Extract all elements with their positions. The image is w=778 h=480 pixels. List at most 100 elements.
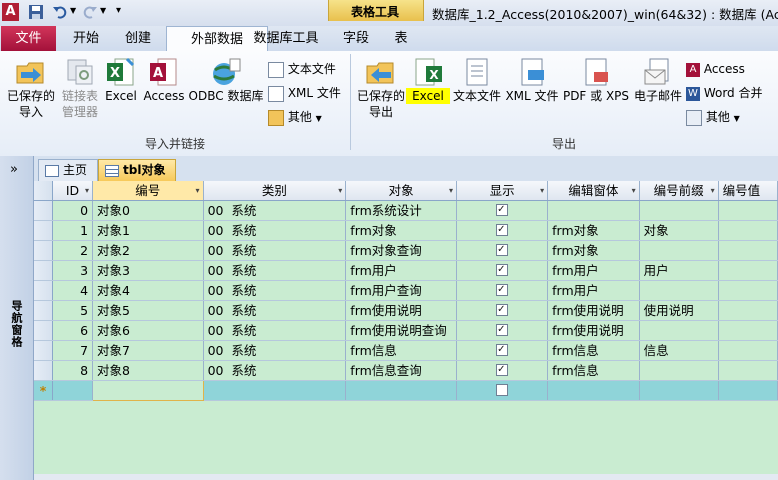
cell-category[interactable]: 00 系统 bbox=[203, 240, 347, 261]
tab-create[interactable]: 创建 bbox=[116, 26, 160, 51]
sort-filter-icon[interactable]: ▾ bbox=[449, 181, 453, 200]
cell-id[interactable]: 4 bbox=[52, 280, 94, 301]
table-row[interactable]: 5对象500 系统frm使用说明frm使用说明使用说明 bbox=[34, 300, 778, 321]
export-word-merge-button[interactable]: W Word 合并 bbox=[686, 83, 763, 103]
cell-category[interactable]: 00 系统 bbox=[203, 200, 347, 221]
nav-pane-toggle-icon[interactable]: » bbox=[10, 162, 18, 177]
export-text-file-button[interactable]: 文本文件 bbox=[452, 56, 502, 116]
row-selector[interactable] bbox=[34, 260, 53, 281]
datasheet-grid[interactable]: ID ▾ 编号 ▾ 类别 ▾ 对象 ▾ 显示 ▾ 编辑窗体 ▾ 编号前缀 ▾ 编号值 0 对象0… bbox=[34, 181, 778, 480]
cell-object[interactable]: frm使用说明查询 bbox=[345, 320, 458, 341]
sort-filter-icon[interactable]: ▾ bbox=[540, 181, 544, 200]
cell-category[interactable] bbox=[203, 380, 347, 401]
column-header-edit-form[interactable]: 编辑窗体 ▾ bbox=[547, 181, 640, 201]
column-header-prefix[interactable]: 编号前缀 ▾ bbox=[639, 181, 719, 201]
cell-object[interactable]: frm用户 bbox=[345, 260, 458, 281]
export-excel-button[interactable]: X Excel bbox=[406, 56, 450, 116]
sort-filter-icon[interactable]: ▾ bbox=[85, 181, 89, 200]
cell-edit-form[interactable]: frm使用说明 bbox=[547, 300, 640, 321]
cell-object[interactable]: frm信息 bbox=[345, 340, 458, 361]
cell-prefix[interactable]: 用户 bbox=[639, 260, 719, 281]
row-selector[interactable] bbox=[34, 340, 53, 361]
cell-id[interactable] bbox=[52, 380, 94, 401]
tab-home-form[interactable]: 主页 bbox=[38, 159, 98, 182]
cell-show[interactable] bbox=[456, 320, 549, 341]
cell-object[interactable]: frm对象 bbox=[345, 220, 458, 241]
cell-edit-form[interactable]: frm用户 bbox=[547, 280, 640, 301]
cell-object[interactable]: frm信息查询 bbox=[345, 360, 458, 381]
access-app-icon[interactable]: A bbox=[2, 3, 19, 21]
cell-category[interactable]: 00 系统 bbox=[203, 220, 347, 241]
cell-code-active[interactable] bbox=[92, 380, 204, 401]
cell-value[interactable] bbox=[718, 380, 778, 401]
cell-code[interactable]: 对象7 bbox=[92, 340, 204, 361]
cell-show[interactable] bbox=[456, 200, 549, 221]
cell-code[interactable]: 对象3 bbox=[92, 260, 204, 281]
cell-prefix[interactable]: 对象 bbox=[639, 220, 719, 241]
show-checkbox[interactable] bbox=[496, 341, 509, 359]
column-header-object[interactable]: 对象 ▾ bbox=[345, 181, 458, 201]
cell-code[interactable]: 对象4 bbox=[92, 280, 204, 301]
cell-value[interactable] bbox=[718, 360, 778, 381]
import-access-button[interactable]: A Access bbox=[142, 56, 186, 116]
show-checkbox[interactable] bbox=[496, 301, 509, 319]
cell-category[interactable]: 00 系统 bbox=[203, 300, 347, 321]
cell-prefix[interactable] bbox=[639, 320, 719, 341]
column-header-id[interactable]: ID ▾ bbox=[52, 181, 94, 201]
table-row[interactable]: 6对象600 系统frm使用说明查询 frm使用说明 bbox=[34, 320, 778, 341]
export-more-button[interactable]: 其他 ▼ bbox=[686, 107, 740, 127]
tab-home[interactable]: 开始 bbox=[64, 26, 108, 51]
cell-id[interactable]: 3 bbox=[52, 260, 94, 281]
row-selector[interactable] bbox=[34, 300, 53, 321]
cell-edit-form[interactable]: frm信息 bbox=[547, 340, 640, 361]
table-row[interactable]: 1对象100 系统frm对象frm对象对象 bbox=[34, 220, 778, 241]
cell-code[interactable]: 对象2 bbox=[92, 240, 204, 261]
export-access-button[interactable]: A Access bbox=[686, 59, 745, 79]
table-row[interactable]: 7对象700 系统frm信息frm信息信息 bbox=[34, 340, 778, 361]
cell-edit-form[interactable]: frm使用说明 bbox=[547, 320, 640, 341]
cell-object[interactable]: frm系统设计 bbox=[345, 200, 458, 221]
cell-id[interactable]: 6 bbox=[52, 320, 94, 341]
redo-icon[interactable] bbox=[82, 4, 98, 20]
cell-edit-form[interactable]: frm信息 bbox=[547, 360, 640, 381]
new-record-marker[interactable]: * bbox=[34, 380, 53, 401]
cell-show[interactable] bbox=[456, 220, 549, 241]
table-row[interactable]: 0 对象0 00 系统 frm系统设计 bbox=[34, 200, 778, 221]
cell-id[interactable]: 5 bbox=[52, 300, 94, 321]
show-checkbox[interactable] bbox=[496, 281, 509, 299]
cell-show[interactable] bbox=[456, 240, 549, 261]
cell-code[interactable]: 对象8 bbox=[92, 360, 204, 381]
cell-object[interactable]: frm对象查询 bbox=[345, 240, 458, 261]
undo-dropdown-icon[interactable]: ▼ bbox=[70, 6, 76, 15]
import-excel-button[interactable]: X Excel bbox=[102, 56, 140, 116]
cell-category[interactable]: 00 系统 bbox=[203, 280, 347, 301]
cell-value[interactable] bbox=[718, 340, 778, 361]
cell-value[interactable] bbox=[718, 220, 778, 241]
show-checkbox[interactable] bbox=[496, 241, 509, 259]
cell-prefix[interactable] bbox=[639, 380, 719, 401]
cell-id[interactable]: 2 bbox=[52, 240, 94, 261]
cell-code[interactable]: 对象6 bbox=[92, 320, 204, 341]
cell-object[interactable] bbox=[345, 380, 458, 401]
import-text-file-button[interactable]: 文本文件 bbox=[268, 59, 336, 79]
cell-value[interactable] bbox=[718, 300, 778, 321]
column-header-code[interactable]: 编号 ▾ bbox=[92, 181, 204, 201]
show-checkbox[interactable] bbox=[496, 201, 509, 219]
row-selector[interactable] bbox=[34, 240, 53, 261]
row-selector[interactable] bbox=[34, 200, 53, 221]
cell-show[interactable] bbox=[456, 360, 549, 381]
cell-edit-form[interactable]: frm对象 bbox=[547, 220, 640, 241]
cell-value[interactable] bbox=[718, 260, 778, 281]
cell-id[interactable]: 8 bbox=[52, 360, 94, 381]
sort-filter-icon[interactable]: ▾ bbox=[711, 181, 715, 200]
cell-edit-form[interactable]: frm用户 bbox=[547, 260, 640, 281]
cell-show[interactable] bbox=[456, 380, 549, 401]
tab-database-tools[interactable]: 数据库工具 bbox=[248, 26, 324, 51]
column-header-value[interactable]: 编号值 bbox=[718, 181, 778, 201]
table-row[interactable]: 3对象300 系统frm用户frm用户用户 bbox=[34, 260, 778, 281]
redo-dropdown-icon[interactable]: ▼ bbox=[100, 6, 106, 15]
export-xml-file-button[interactable]: XML 文件 bbox=[504, 56, 560, 116]
table-row[interactable]: 8对象800 系统frm信息查询 frm信息 bbox=[34, 360, 778, 381]
table-row[interactable]: 2对象200 系统frm对象查询 frm对象 bbox=[34, 240, 778, 261]
tab-tbl-object[interactable]: tbl对象 bbox=[98, 159, 176, 182]
